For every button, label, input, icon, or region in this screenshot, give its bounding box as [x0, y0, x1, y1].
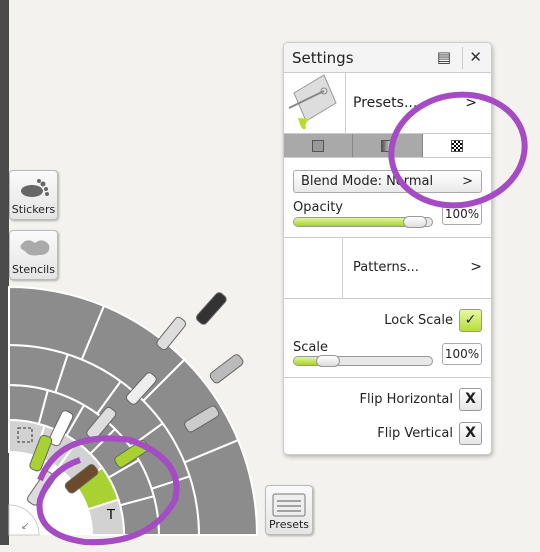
checkerboard-icon: [450, 140, 463, 152]
flip-horizontal-checkbox[interactable]: X: [459, 388, 482, 411]
panel-title: Settings: [292, 49, 354, 67]
presets-row[interactable]: Presets... >: [284, 73, 491, 134]
scale-slider-handle[interactable]: [316, 355, 341, 367]
flip-vertical-checkbox[interactable]: X: [459, 422, 482, 445]
opacity-value-field[interactable]: 100%: [442, 203, 482, 225]
chevron-right-icon: >: [465, 95, 477, 111]
tool-wheel[interactable]: T↙: [0, 280, 270, 545]
tab-gradient[interactable]: [353, 134, 423, 157]
footprint-icon: [21, 179, 49, 197]
chevron-right-icon: >: [462, 174, 473, 189]
stencils-button[interactable]: Stencils: [9, 230, 58, 280]
opacity-label: Opacity: [293, 200, 344, 215]
title-divider: [462, 47, 463, 69]
stickers-label: Stickers: [11, 203, 56, 216]
divider: [284, 377, 491, 378]
scale-value-field[interactable]: 100%: [442, 343, 482, 365]
presets-label: Presets: [268, 518, 310, 531]
chevron-right-icon[interactable]: >: [470, 259, 482, 275]
blend-mode-value: Blend Mode: Normal: [301, 174, 434, 189]
tool-icon[interactable]: [155, 316, 187, 352]
patterns-label[interactable]: Patterns...: [353, 260, 419, 275]
presets-label: Presets...: [353, 95, 418, 111]
fill-type-tabs: [284, 134, 491, 158]
stencils-label: Stencils: [12, 263, 55, 276]
blend-mode-dropdown[interactable]: Blend Mode: Normal >: [293, 170, 482, 193]
divider: [284, 298, 491, 299]
lock-scale-checkbox[interactable]: ✓: [459, 309, 482, 332]
flip-vertical-label: Flip Vertical: [377, 426, 453, 441]
opacity-slider-handle[interactable]: [403, 216, 428, 228]
close-icon[interactable]: ✕: [469, 48, 482, 66]
presets-folder-icon: [272, 493, 306, 517]
lock-scale-label: Lock Scale: [384, 313, 453, 328]
scale-slider[interactable]: [293, 356, 433, 366]
presets-button[interactable]: Presets: [265, 485, 313, 535]
stickers-button[interactable]: Stickers: [9, 170, 58, 220]
collapse-arrow-icon: ↙: [21, 521, 29, 532]
stencil-icon: [20, 240, 50, 256]
tool-icon[interactable]: [195, 291, 228, 326]
tool-icon[interactable]: [209, 353, 245, 384]
tab-solid[interactable]: [284, 134, 354, 157]
panel-title-bar: Settings ▤ ✕: [284, 43, 491, 73]
list-icon[interactable]: ▤: [437, 48, 451, 66]
settings-panel: Settings ▤ ✕ Presets... > Blend Mode: No…: [283, 42, 492, 455]
paint-tube-icon: [284, 73, 346, 134]
text-tool-label: T: [106, 508, 115, 523]
scale-label: Scale: [293, 340, 328, 355]
tab-pattern[interactable]: [422, 134, 491, 157]
flip-horizontal-label: Flip Horizontal: [359, 392, 453, 407]
pattern-preview[interactable]: [284, 238, 343, 298]
